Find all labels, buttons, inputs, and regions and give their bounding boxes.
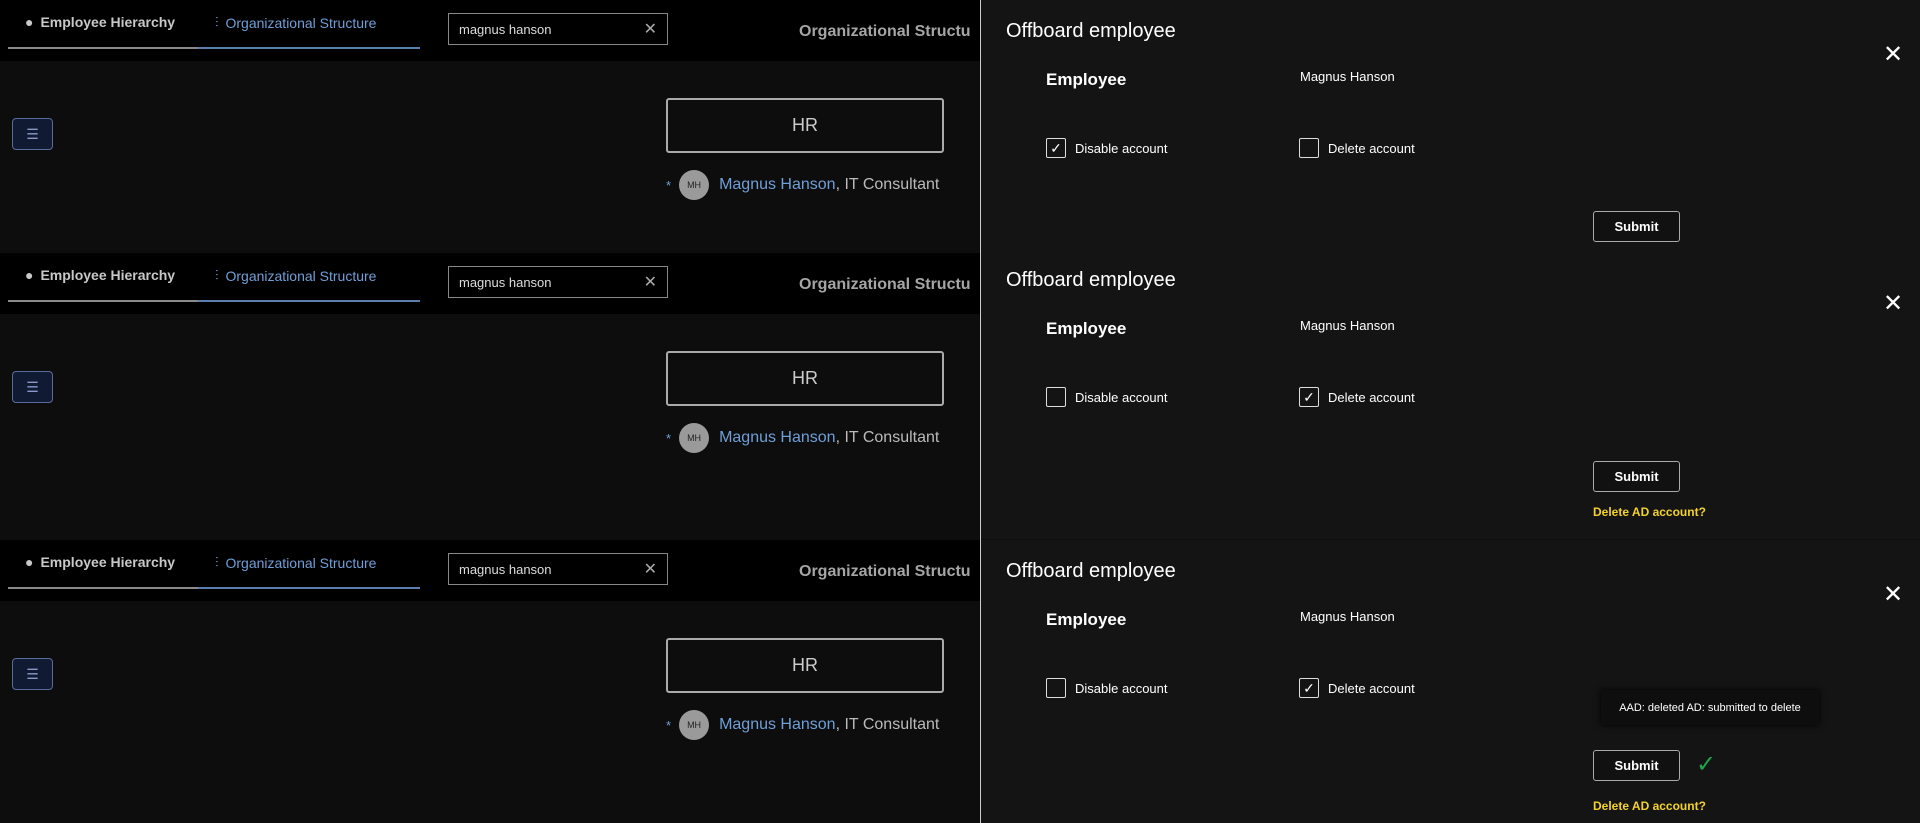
- disable-account-checkbox[interactable]: ✓ Disable account: [1046, 138, 1168, 158]
- hamburger-icon: ☰: [26, 125, 39, 142]
- org-view-2: ● Employee Hierarchy ⫶ Organizational Stru…: [0, 253, 981, 539]
- page-title: Organizational Structu: [799, 23, 971, 40]
- close-icon[interactable]: ✕: [1883, 40, 1903, 69]
- menu-button[interactable]: ☰: [12, 118, 53, 150]
- page-title: Organizational Structu: [799, 563, 971, 580]
- tab-underline: [8, 300, 198, 302]
- page-title: Organizational Structu: [799, 276, 971, 293]
- checkbox[interactable]: ✓: [1046, 138, 1066, 158]
- person-circle-icon: ●: [25, 267, 34, 283]
- org-unit-box[interactable]: HR: [666, 351, 944, 406]
- submit-button[interactable]: Submit: [1593, 211, 1680, 242]
- employee-entry[interactable]: * MH Magnus Hanson, IT Consultant: [666, 423, 939, 453]
- org-view-3: ● Employee Hierarchy ⫶ Organizational Stru…: [0, 540, 981, 823]
- clear-search-icon[interactable]: ✕: [644, 272, 657, 292]
- tab-underline: [8, 587, 198, 589]
- avatar: MH: [679, 423, 710, 453]
- sliders-icon: ⫶: [215, 554, 219, 570]
- employee-name-link[interactable]: Magnus Hanson: [719, 176, 836, 194]
- delete-ad-warning: Delete AD account?: [1593, 799, 1706, 813]
- menu-button[interactable]: ☰: [12, 371, 53, 403]
- submit-button[interactable]: Submit: [1593, 461, 1680, 492]
- result-tooltip: AAD: deleted AD: submitted to delete: [1601, 690, 1819, 725]
- org-chart: ☰ HR * MH Magnus Hanson, IT Consultant: [0, 601, 981, 823]
- tab-organizational-structure[interactable]: ⫶ Organizational Structure: [215, 14, 376, 31]
- close-icon[interactable]: ✕: [1883, 289, 1903, 318]
- top-nav: ● Employee Hierarchy ⫶ Organizational Stru…: [0, 253, 981, 314]
- employee-role: , IT Consultant: [835, 429, 940, 446]
- org-view-1: ● Employee Hierarchy ⫶ Organizational Stru…: [0, 0, 981, 252]
- panel-divider: [980, 0, 981, 823]
- person-circle-icon: ●: [25, 14, 34, 30]
- tab-organizational-structure[interactable]: ⫶ Organizational Structure: [215, 267, 376, 284]
- employee-label: Employee: [1046, 70, 1127, 89]
- checkbox[interactable]: [1046, 387, 1066, 407]
- delete-account-checkbox[interactable]: Delete account: [1299, 138, 1415, 158]
- tab-organizational-structure[interactable]: ⫶ Organizational Structure: [215, 554, 376, 571]
- org-unit-box[interactable]: HR: [666, 638, 944, 693]
- bullet: *: [666, 430, 672, 446]
- top-nav: ● Employee Hierarchy ⫶ Organizational Stru…: [0, 540, 981, 601]
- tab-employee-hierarchy[interactable]: ● Employee Hierarchy: [25, 554, 175, 570]
- org-chart: ☰ HR * MH Magnus Hanson, IT Consultant: [0, 314, 981, 539]
- offboard-dialog-2: Offboard employee ✕ Employee Magnus Hans…: [981, 249, 1920, 539]
- disable-account-checkbox[interactable]: Disable account: [1046, 387, 1168, 407]
- clear-search-icon[interactable]: ✕: [644, 559, 657, 579]
- check-icon: ✓: [1050, 139, 1062, 156]
- employee-role: , IT Consultant: [835, 176, 940, 193]
- dialog-title: Offboard employee: [1006, 20, 1176, 42]
- clear-search-icon[interactable]: ✕: [644, 19, 657, 39]
- checkbox[interactable]: ✓: [1299, 387, 1319, 407]
- delete-account-checkbox[interactable]: ✓ Delete account: [1299, 678, 1415, 698]
- tab-underline-active: [198, 587, 420, 589]
- search-input[interactable]: magnus hanson ✕: [448, 553, 668, 585]
- offboard-dialog-3: Offboard employee ✕ Employee Magnus Hans…: [981, 540, 1920, 823]
- employee-label: Employee: [1046, 319, 1127, 338]
- checkbox[interactable]: ✓: [1299, 678, 1319, 698]
- employee-value: Magnus Hanson: [1300, 609, 1395, 624]
- employee-value: Magnus Hanson: [1300, 69, 1395, 84]
- checkbox[interactable]: [1046, 678, 1066, 698]
- delete-account-checkbox[interactable]: ✓ Delete account: [1299, 387, 1415, 407]
- menu-button[interactable]: ☰: [12, 658, 53, 690]
- employee-name-link[interactable]: Magnus Hanson: [719, 716, 836, 734]
- employee-label: Employee: [1046, 610, 1127, 629]
- search-input[interactable]: magnus hanson ✕: [448, 13, 668, 45]
- check-icon: ✓: [1303, 388, 1315, 405]
- hamburger-icon: ☰: [26, 665, 39, 682]
- tab-employee-hierarchy[interactable]: ● Employee Hierarchy: [25, 267, 175, 283]
- dialog-title: Offboard employee: [1006, 560, 1176, 582]
- submit-button[interactable]: Submit: [1593, 750, 1680, 781]
- search-input[interactable]: magnus hanson ✕: [448, 266, 668, 298]
- tab-underline-active: [198, 47, 420, 49]
- person-circle-icon: ●: [25, 554, 34, 570]
- success-check-icon: ✓: [1696, 751, 1717, 778]
- hamburger-icon: ☰: [26, 378, 39, 395]
- delete-ad-warning: Delete AD account?: [1593, 505, 1706, 519]
- offboard-dialog-1: Offboard employee ✕ Employee Magnus Hans…: [981, 0, 1920, 252]
- check-icon: ✓: [1303, 679, 1315, 696]
- employee-entry[interactable]: * MH Magnus Hanson, IT Consultant: [666, 710, 939, 740]
- dialog-title: Offboard employee: [1006, 269, 1176, 291]
- employee-entry[interactable]: * MH Magnus Hanson, IT Consultant: [666, 170, 939, 200]
- disable-account-checkbox[interactable]: Disable account: [1046, 678, 1168, 698]
- tab-underline-active: [198, 300, 420, 302]
- employee-role: , IT Consultant: [835, 716, 940, 733]
- org-unit-box[interactable]: HR: [666, 98, 944, 153]
- sliders-icon: ⫶: [215, 267, 219, 283]
- employee-value: Magnus Hanson: [1300, 318, 1395, 333]
- tab-underline: [8, 47, 198, 49]
- close-icon[interactable]: ✕: [1883, 580, 1903, 609]
- avatar: MH: [679, 170, 710, 200]
- org-chart: ☰ HR * MH Magnus Hanson, IT Consultant: [0, 61, 981, 252]
- sliders-icon: ⫶: [215, 14, 219, 30]
- checkbox[interactable]: [1299, 138, 1319, 158]
- employee-name-link[interactable]: Magnus Hanson: [719, 429, 836, 447]
- top-nav: ● Employee Hierarchy ⫶ Organizational Stru…: [0, 0, 981, 61]
- tab-employee-hierarchy[interactable]: ● Employee Hierarchy: [25, 14, 175, 30]
- bullet: *: [666, 717, 672, 733]
- bullet: *: [666, 177, 672, 193]
- avatar: MH: [679, 710, 710, 740]
